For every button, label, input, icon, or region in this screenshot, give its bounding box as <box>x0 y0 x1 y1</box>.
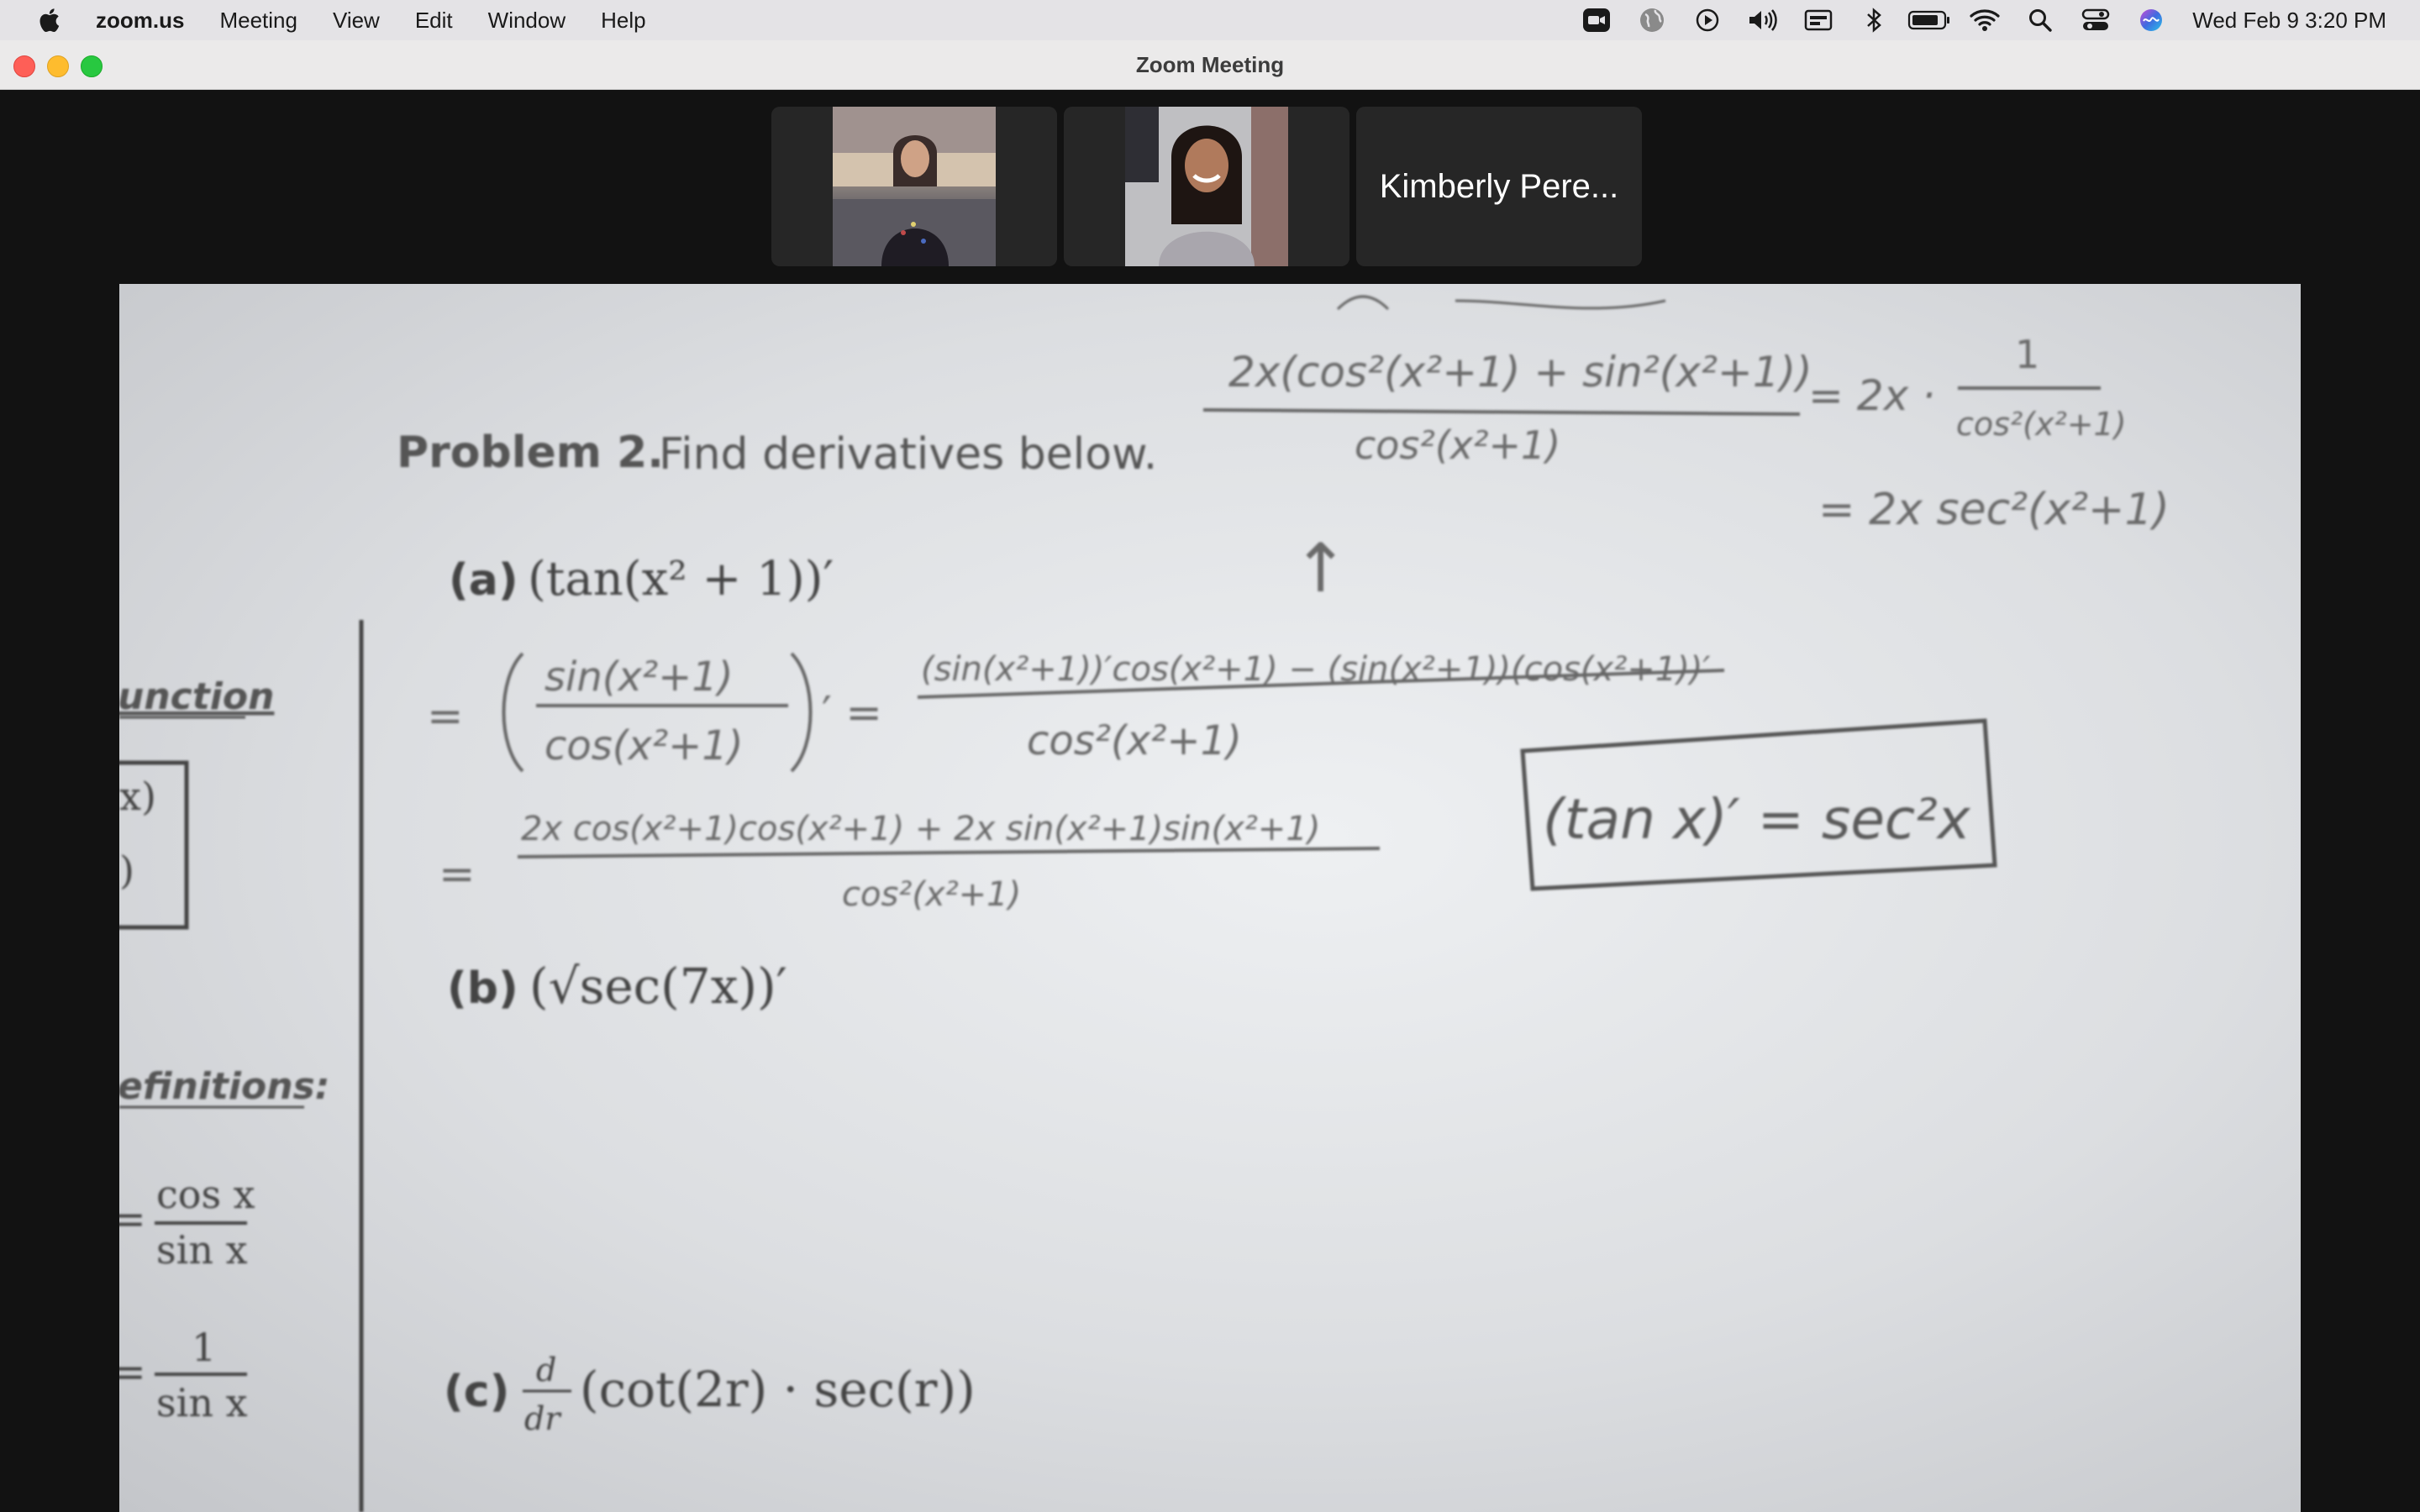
participant-name: Kimberly Pere... <box>1379 167 1619 205</box>
menu-app-name[interactable]: zoom.us <box>96 8 184 34</box>
battery-icon[interactable] <box>1902 0 1957 40</box>
participant-tile-1[interactable] <box>771 107 1057 266</box>
wifi-icon[interactable] <box>1957 0 2012 40</box>
part-a-label: (a) <box>449 555 518 606</box>
play-icon[interactable] <box>1680 0 1735 40</box>
problem-text: Find derivatives below. <box>659 429 1157 480</box>
menu-view[interactable]: View <box>333 8 380 34</box>
sidebar-sin-1: sin x <box>156 1227 248 1273</box>
minimize-window-button[interactable] <box>47 55 69 77</box>
hw-boxed-identity: (tan x)′ = sec²x <box>1543 787 1971 852</box>
hw-line-2: = 2x sec²(x²+1) <box>1818 485 2170 535</box>
participant-video-2 <box>1125 107 1288 266</box>
sidebar-function-heading: unction <box>119 675 274 718</box>
spotlight-icon[interactable] <box>2012 0 2068 40</box>
bluetooth-icon[interactable] <box>1846 0 1902 40</box>
problem-heading: Problem 2. <box>397 428 664 478</box>
participant-tile-2[interactable] <box>1064 107 1349 266</box>
shared-screen[interactable]: unction x) ) efinitions: = cos x sin x =… <box>119 284 2301 1512</box>
sidebar-cos: cos x <box>156 1172 255 1217</box>
hw-step1-denominator: cos²(x²+1) <box>1027 717 1242 764</box>
part-c-expr: (cot(2r) · sec(r)) <box>580 1361 976 1418</box>
hw-top-numerator: 2x(cos²(x²+1) + sin²(x²+1)) <box>1228 348 1812 396</box>
hw-step1-prime: ′ = <box>822 688 882 738</box>
hw-step1-eq: = <box>427 691 464 742</box>
sidebar-definitions-heading: efinitions: <box>119 1065 329 1108</box>
apple-icon[interactable] <box>35 6 60 34</box>
menu-help[interactable]: Help <box>601 8 645 34</box>
hw-top-rhs: = 2x · <box>1808 371 1935 420</box>
menu-meeting[interactable]: Meeting <box>219 8 297 34</box>
hw-step2-numerator: 2x cos(x²+1)cos(x²+1) + 2x sin(x²+1)sin(… <box>521 810 1320 848</box>
sidebar-eq-2: = <box>119 1347 146 1396</box>
part-a-expr: (tan(x² + 1))′ <box>528 552 834 606</box>
hw-step2-eq: = <box>439 849 476 900</box>
hw-step1-frac-denominator: cos(x²+1) <box>544 722 744 769</box>
volume-icon[interactable] <box>1735 0 1791 40</box>
meeting-area: Kimberly Pere... unction x) ) efinitions… <box>0 90 2420 1512</box>
menu-bar: zoom.us Meeting View Edit Window Help We… <box>0 0 2420 40</box>
hw-top-denominator: cos²(x²+1) <box>1355 423 1560 468</box>
sidebar-eq-1: = <box>119 1194 146 1243</box>
menu-window[interactable]: Window <box>488 8 566 34</box>
siri-icon[interactable] <box>2123 0 2179 40</box>
hw-top-rhs-numerator: 1 <box>2015 332 2039 377</box>
window-titlebar: Zoom Meeting <box>0 40 2420 90</box>
sidebar-one: 1 <box>192 1325 216 1370</box>
status-area: Wed Feb 9 3:20 PM <box>1569 0 2386 40</box>
menu-edit[interactable]: Edit <box>415 8 453 34</box>
media-icon[interactable] <box>1791 0 1846 40</box>
part-c-label: (c) <box>444 1367 509 1417</box>
close-window-button[interactable] <box>13 55 35 77</box>
hw-top-rhs-denominator: cos²(x²+1) <box>1956 406 2127 443</box>
menubar-clock[interactable]: Wed Feb 9 3:20 PM <box>2192 8 2386 34</box>
participant-video-1 <box>833 107 996 266</box>
participant-tile-3[interactable]: Kimberly Pere... <box>1356 107 1642 266</box>
part-c-dr: dr <box>524 1400 562 1437</box>
sidebar-x: x) <box>119 774 156 819</box>
sidebar-paren: ) <box>119 848 134 893</box>
window-title: Zoom Meeting <box>1135 51 1285 77</box>
part-c-d: d <box>536 1352 556 1389</box>
hw-step1-frac-numerator: sin(x²+1) <box>544 654 734 701</box>
part-b-label: (b) <box>447 963 518 1014</box>
sidebar-sin-2: sin x <box>156 1380 248 1425</box>
zoom-icon[interactable] <box>1569 0 1624 40</box>
globe-icon[interactable] <box>1624 0 1680 40</box>
shared-content: unction x) ) efinitions: = cos x sin x =… <box>119 295 2170 1512</box>
fullscreen-window-button[interactable] <box>81 55 103 77</box>
hw-arrow: ↑ <box>1292 529 1349 607</box>
part-b-expr: (√sec(7x))′ <box>529 958 787 1015</box>
hw-step2-denominator: cos²(x²+1) <box>842 875 1021 914</box>
control-center-icon[interactable] <box>2068 0 2123 40</box>
